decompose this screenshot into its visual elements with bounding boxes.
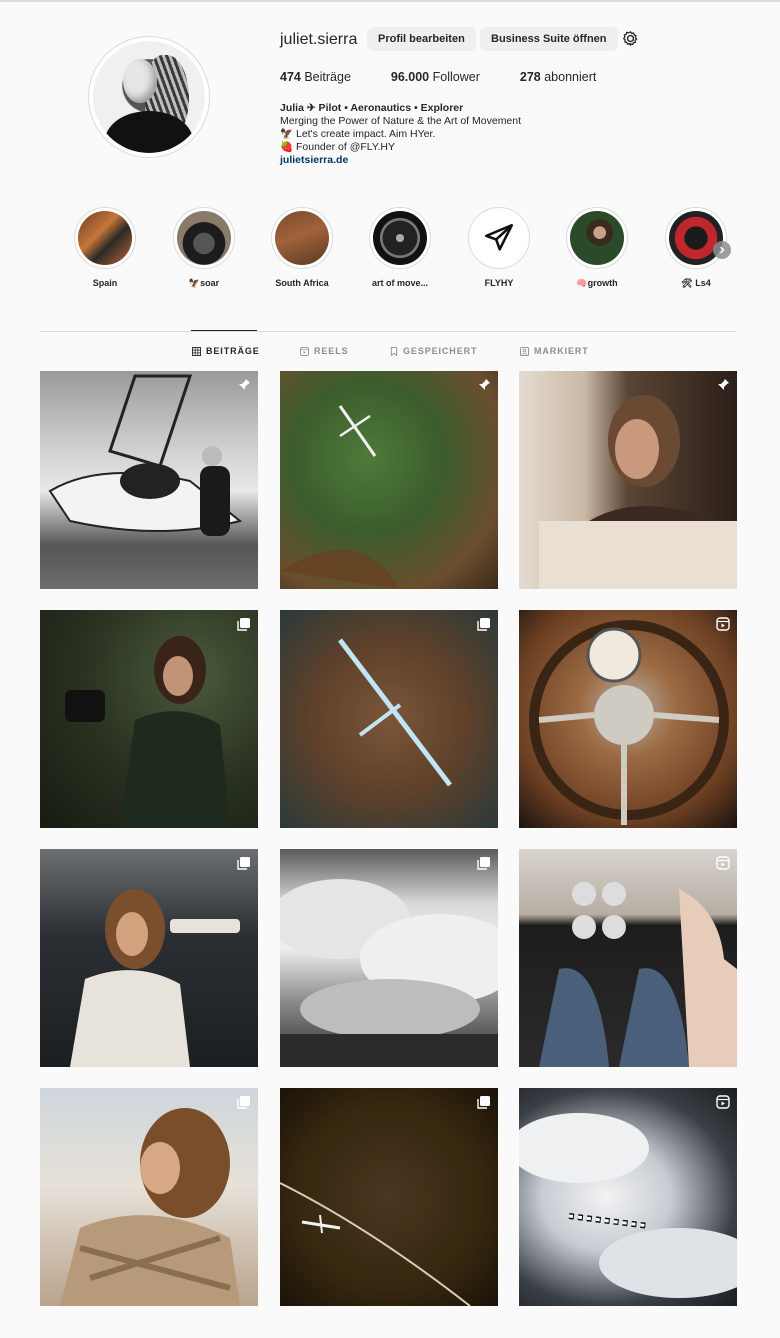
post-image-woman-jacket <box>60 1108 240 1306</box>
post-tile[interactable] <box>280 610 498 828</box>
bookmark-icon <box>390 346 398 356</box>
tab-tagged[interactable]: MARKIERT <box>520 346 589 356</box>
highlight-cover <box>669 211 723 265</box>
carousel-icon <box>477 857 490 870</box>
carousel-icon <box>237 857 250 870</box>
tagged-icon <box>520 346 529 356</box>
bio-name: Julia ✈ Pilot • Aeronautics • Explorer <box>280 102 464 114</box>
post-image-glider-brown <box>338 638 452 787</box>
highlight-cover <box>275 211 329 265</box>
post-tile[interactable] <box>40 371 258 589</box>
highlight-south-africa[interactable]: South Africa <box>262 207 342 288</box>
bio-line-1: Merging the Power of Nature & the Art of… <box>280 115 522 127</box>
pin-icon <box>718 379 729 390</box>
profile-bio: Julia ✈ Pilot • Aeronautics • Explorer M… <box>280 102 521 167</box>
post-image-cockpit <box>539 882 737 1067</box>
post-tile[interactable] <box>280 371 498 589</box>
bio-line-2: 🦅 Let's create impact. Aim HYer. <box>280 128 436 140</box>
top-border <box>0 0 780 2</box>
highlight-cover <box>570 211 624 265</box>
following-stat[interactable]: 278 abonniert <box>520 70 596 84</box>
reel-icon <box>716 1095 730 1109</box>
posts-stat: 474 Beiträge <box>280 70 351 84</box>
post-tile[interactable] <box>40 1088 258 1306</box>
tab-reels[interactable]: REELS <box>300 346 349 356</box>
bio-website-link[interactable]: julietsierra.de <box>280 154 521 167</box>
post-image-glider-bw <box>48 374 243 536</box>
highlight-label: 🦅soar <box>188 278 220 288</box>
post-tile[interactable] <box>519 849 737 1067</box>
post-image-woman-hangar <box>70 889 240 1067</box>
post-tile[interactable] <box>40 849 258 1067</box>
post-tile[interactable] <box>519 371 737 589</box>
carousel-icon <box>477 1096 490 1109</box>
highlight-cover <box>472 211 526 265</box>
post-tile[interactable] <box>40 610 258 828</box>
highlight-soar[interactable]: 🦅soar <box>164 207 244 289</box>
highlight-flyhy[interactable]: FLYHY <box>459 207 539 288</box>
highlight-cover <box>177 211 231 265</box>
pin-icon <box>479 379 490 390</box>
post-image-woman-camera <box>65 636 230 828</box>
carousel-icon <box>477 618 490 631</box>
paper-plane-icon <box>484 223 514 251</box>
reel-icon <box>716 856 730 870</box>
post-tile[interactable] <box>519 610 737 828</box>
pin-icon <box>239 379 250 390</box>
highlight-label: FLYHY <box>484 278 514 288</box>
tab-saved[interactable]: GESPEICHERT <box>390 346 477 356</box>
post-tile[interactable] <box>280 1088 498 1306</box>
tabs-divider <box>40 331 737 332</box>
highlight-spain[interactable]: Spain <box>65 207 145 288</box>
post-tile[interactable] <box>280 849 498 1067</box>
reel-icon <box>716 617 730 631</box>
reels-icon <box>300 346 309 356</box>
highlights-next-button[interactable] <box>713 241 731 259</box>
active-tab-indicator <box>191 330 257 331</box>
highlight-label: art of move... <box>371 278 428 288</box>
chevron-right-icon <box>719 246 725 254</box>
highlight-label: South Africa <box>275 278 329 288</box>
settings-gear-icon[interactable] <box>622 30 639 47</box>
highlight-label: Spain <box>92 278 118 288</box>
highlight-label: 🧠growth <box>576 278 618 288</box>
profile-stats: 474 Beiträge 96.000 Follower 278 abonnie… <box>280 70 636 84</box>
highlight-art-of-movement[interactable]: art of move... <box>360 207 440 288</box>
post-image-glider-dark <box>280 1182 471 1306</box>
post-image-steering-wheel <box>529 620 729 825</box>
post-image-zebra-glider <box>519 1113 737 1298</box>
highlight-cover <box>78 211 132 265</box>
highlight-cover <box>373 211 427 265</box>
post-image-glider-green <box>280 405 400 589</box>
bio-line-3: 🍓 Founder of @FLY.HY <box>280 141 395 153</box>
tab-posts[interactable]: BEITRÄGE <box>192 346 260 356</box>
post-image-woman-car <box>539 395 737 589</box>
carousel-icon <box>237 1096 250 1109</box>
username: juliet.sierra <box>280 31 358 48</box>
carousel-icon <box>237 618 250 631</box>
edit-profile-button[interactable]: Profil bearbeiten <box>367 27 476 51</box>
followers-stat[interactable]: 96.000 Follower <box>391 70 480 84</box>
avatar-image <box>93 41 205 153</box>
profile-avatar[interactable] <box>88 36 210 158</box>
highlight-label: 🛠 Ls4 <box>681 278 711 288</box>
post-image-clouds-bw <box>280 879 498 1067</box>
business-suite-button[interactable]: Business Suite öffnen <box>480 27 618 51</box>
grid-icon <box>192 346 201 356</box>
post-tile[interactable] <box>519 1088 737 1306</box>
highlight-growth[interactable]: 🧠growth <box>557 207 637 289</box>
